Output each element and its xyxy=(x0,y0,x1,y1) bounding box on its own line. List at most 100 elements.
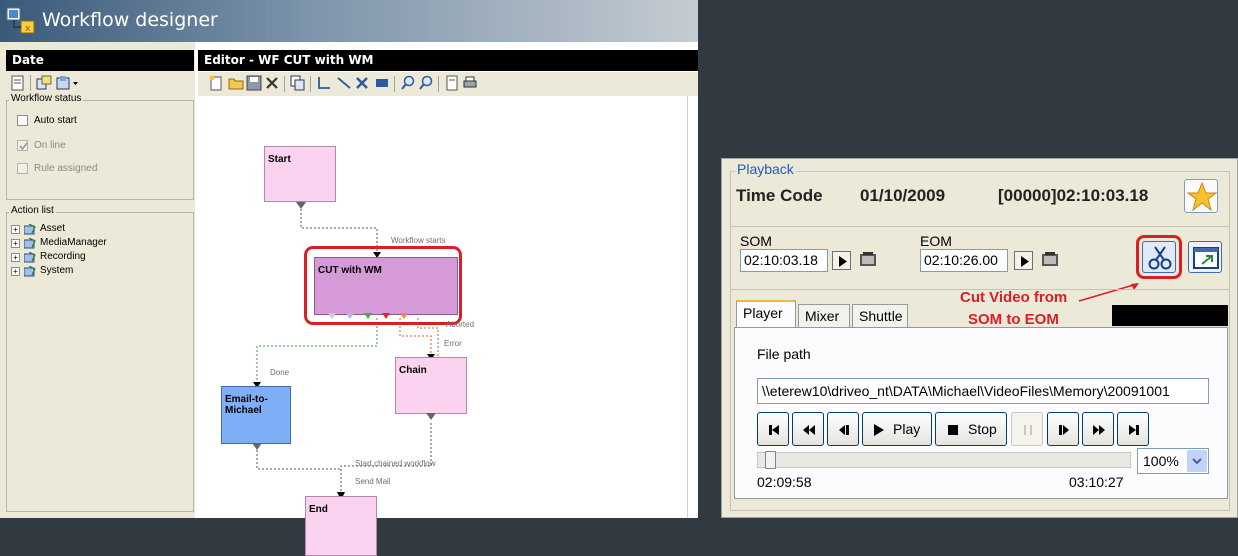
workflow-status-group: Workflow status Auto start On line Rule … xyxy=(6,93,194,200)
cut-video-button[interactable] xyxy=(1142,241,1176,273)
node-port-icon xyxy=(426,413,436,420)
zoom-out-icon[interactable] xyxy=(418,75,434,91)
toolbar-separator xyxy=(438,76,439,92)
save-icon[interactable] xyxy=(246,75,262,91)
annotation-line-2: SOM to EOM xyxy=(968,311,1059,328)
title-bar: x Workflow designer xyxy=(0,0,698,42)
play-small-icon xyxy=(1021,256,1029,267)
editor-toolbar xyxy=(198,72,698,96)
panel-header-date: Date xyxy=(6,50,194,71)
step-forward-icon xyxy=(1059,425,1069,435)
fast-forward-button[interactable] xyxy=(1082,412,1114,446)
rewind-icon xyxy=(803,425,815,435)
stop-icon xyxy=(948,425,958,435)
expand-icon[interactable]: + xyxy=(11,239,20,248)
tab-shuttle[interactable]: Shuttle xyxy=(852,304,908,328)
connector-elbow-icon[interactable] xyxy=(316,75,332,91)
som-goto-button[interactable] xyxy=(832,251,851,270)
workflow-menu-icon[interactable] xyxy=(56,75,80,91)
export-window-icon xyxy=(1193,247,1219,269)
expand-icon[interactable]: + xyxy=(11,267,20,276)
set-eom-icon[interactable] xyxy=(1040,250,1062,270)
stop-button[interactable]: Stop xyxy=(935,412,1007,446)
folder-action-icon xyxy=(24,252,36,263)
editor-panel: Editor - WF CUT with WM Start CUT with W… xyxy=(198,42,698,556)
delete-icon[interactable] xyxy=(264,75,280,91)
folder-action-icon xyxy=(24,224,36,235)
new-icon[interactable] xyxy=(208,75,224,91)
eom-goto-button[interactable] xyxy=(1014,251,1033,270)
workflow-app-icon: x xyxy=(6,7,35,34)
step-back-button[interactable] xyxy=(827,412,859,446)
pause-icon xyxy=(1024,425,1032,435)
zoom-in-icon[interactable] xyxy=(400,75,416,91)
tree-item-mediamanager[interactable]: + MediaManager xyxy=(11,237,181,251)
workflow-designer-window: x Workflow designer Date Workflow status… xyxy=(0,0,698,556)
svg-text:x: x xyxy=(25,24,31,34)
play-icon xyxy=(874,424,884,436)
go-to-end-button[interactable] xyxy=(1117,412,1149,446)
timecode-date: 01/10/2009 xyxy=(860,186,946,205)
open-folder-icon[interactable] xyxy=(228,75,244,91)
on-line-checkbox[interactable] xyxy=(17,140,28,151)
node-email-to-michael[interactable]: Email-to-Michael xyxy=(221,386,291,444)
node-start[interactable]: Start xyxy=(264,146,336,202)
connector-line-icon[interactable] xyxy=(336,75,352,91)
step-forward-button[interactable] xyxy=(1047,412,1079,446)
folder-action-icon xyxy=(24,266,36,277)
go-to-start-button[interactable] xyxy=(757,412,789,446)
zoom-value: 100% xyxy=(1143,453,1179,469)
timecode-value: [00000]02:10:03.18 xyxy=(998,186,1149,205)
workflow-new-icon[interactable] xyxy=(36,75,52,91)
node-port-icon xyxy=(296,202,306,209)
rewind-button[interactable] xyxy=(792,412,824,446)
tab-mixer[interactable]: Mixer xyxy=(798,304,850,328)
expand-icon[interactable]: + xyxy=(11,225,20,234)
node-label: Chain xyxy=(399,365,427,376)
checkbox-label: Auto start xyxy=(34,115,77,126)
star-icon xyxy=(1186,181,1218,212)
tree-item-recording[interactable]: + Recording xyxy=(11,251,181,265)
slider-end-time: 03:10:27 xyxy=(1069,474,1124,490)
eom-field[interactable]: 02:10:26.00 xyxy=(920,249,1008,272)
tree-item-asset[interactable]: + Asset xyxy=(11,223,181,237)
workflow-canvas[interactable]: Start CUT with WM Email-to-Michael Chain xyxy=(198,96,688,556)
delete-connector-icon[interactable] xyxy=(354,75,370,91)
expand-icon[interactable]: + xyxy=(11,253,20,262)
slider-start-time: 02:09:58 xyxy=(757,474,812,490)
copy-icon[interactable] xyxy=(290,75,306,91)
auto-start-checkbox[interactable] xyxy=(17,115,28,126)
tab-player[interactable]: Player xyxy=(736,300,796,327)
node-label: Start xyxy=(268,154,291,165)
print-icon[interactable] xyxy=(462,75,478,91)
dropdown-button[interactable] xyxy=(1187,450,1207,472)
slider-thumb[interactable] xyxy=(765,451,776,469)
node-label: End xyxy=(309,504,328,515)
node-end[interactable]: End xyxy=(305,496,377,556)
edge-label-done: Done xyxy=(270,368,290,377)
favorite-button[interactable] xyxy=(1184,179,1218,213)
node-chain[interactable]: Chain xyxy=(395,357,467,414)
set-som-icon[interactable] xyxy=(858,250,880,270)
tree-item-label: MediaManager xyxy=(40,237,107,248)
node-label: Email-to-Michael xyxy=(225,394,268,416)
position-slider[interactable] xyxy=(757,451,1131,469)
file-path-field[interactable]: \\eterew10\driveo_nt\DATA\Michael\VideoF… xyxy=(757,378,1209,404)
tree-item-system[interactable]: + System xyxy=(11,265,181,279)
rule-assigned-checkbox[interactable] xyxy=(17,163,28,174)
action-list-group: Action list + Asset + MediaManager + Rec… xyxy=(6,205,194,512)
divider xyxy=(730,226,1230,227)
properties-icon[interactable] xyxy=(10,75,26,91)
play-small-icon xyxy=(839,256,847,267)
som-field[interactable]: 02:10:03.18 xyxy=(740,249,828,272)
play-button[interactable]: Play xyxy=(862,412,932,446)
pause-button[interactable] xyxy=(1011,412,1043,446)
export-button[interactable] xyxy=(1188,241,1222,273)
toolbar-separator xyxy=(30,75,31,91)
file-path-label: File path xyxy=(757,346,811,362)
node-icon[interactable] xyxy=(374,75,390,91)
checkmark-icon xyxy=(19,142,28,151)
edge-label-workflow-starts: Workflow starts xyxy=(391,236,446,245)
page-icon[interactable] xyxy=(444,75,460,91)
zoom-select[interactable]: 100% xyxy=(1137,448,1209,474)
